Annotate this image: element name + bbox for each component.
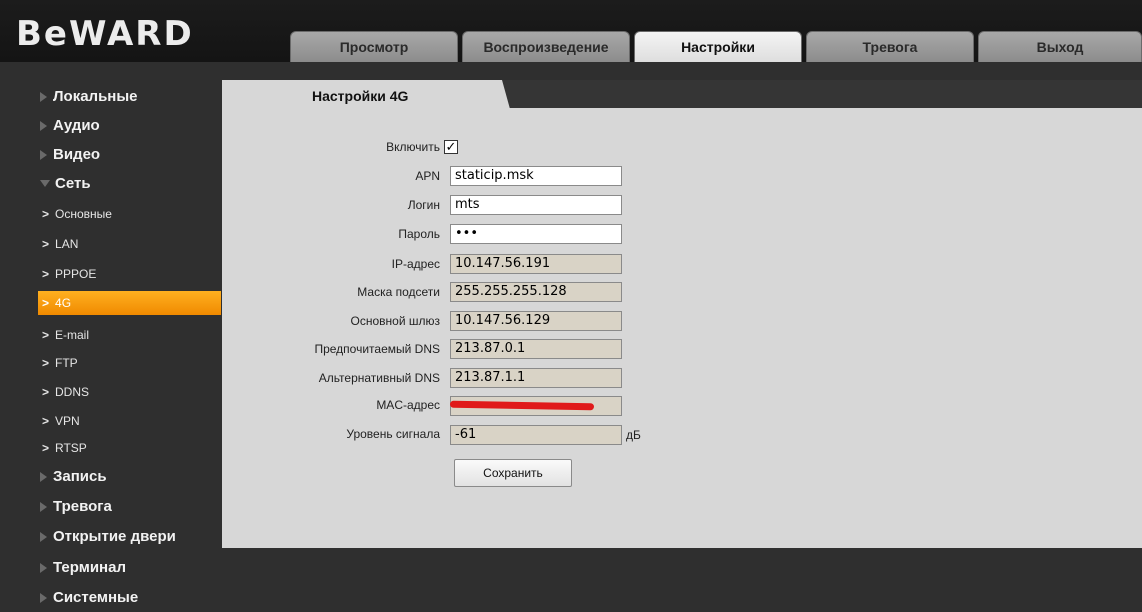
sidebar-item-4g[interactable]: > 4G (38, 291, 221, 315)
sidebar-item-audio[interactable]: Аудио (0, 111, 222, 140)
sidebar-item-label: Запись (53, 468, 107, 485)
login-input[interactable]: mts (450, 195, 622, 215)
sidebar-item-label: RTSP (55, 441, 87, 455)
apn-input[interactable]: staticip.msk (450, 166, 622, 186)
login-label: Логин (407, 198, 440, 212)
brand-logo: BeWARD (16, 14, 194, 54)
tab-view[interactable]: Просмотр (290, 31, 458, 62)
triangle-down-icon (40, 180, 50, 187)
triangle-right-icon (40, 501, 47, 512)
sidebar-item-label: Аудио (53, 117, 100, 134)
sidebar-item-vpn[interactable]: > VPN (0, 406, 222, 435)
gateway-label: Основной шлюз (350, 314, 440, 328)
sidebar-item-system[interactable]: Системные (0, 583, 222, 612)
section-title: Настройки 4G (312, 88, 409, 104)
dns1-field: 213.87.0.1 (450, 339, 622, 359)
triangle-right-icon (40, 531, 47, 542)
sidebar-item-alarm[interactable]: Тревога (0, 492, 222, 521)
triangle-right-icon (40, 471, 47, 482)
sidebar-item-label: DDNS (55, 384, 90, 399)
sidebar-item-label: VPN (55, 413, 80, 428)
sidebar-item-label: 4G (55, 296, 72, 310)
gateway-field: 10.147.56.129 (450, 311, 622, 331)
sidebar-item-label: Видео (53, 146, 101, 163)
sidebar-item-label: Открытие двери (53, 528, 176, 545)
signal-field: -61 (450, 425, 622, 445)
sidebar-item-label: Локальные (53, 88, 138, 105)
sidebar-item-rtsp[interactable]: > RTSP (0, 436, 222, 460)
bottom-strip (222, 548, 1142, 612)
mac-label: MAC-адрес (376, 398, 440, 412)
triangle-right-icon (40, 592, 47, 603)
chevron-right-icon: > (42, 206, 50, 221)
dns1-label: Предпочитаемый DNS (314, 342, 440, 356)
mask-field: 255.255.255.128 (450, 282, 622, 302)
checkmark-icon: ✓ (445, 139, 457, 154)
triangle-right-icon (40, 91, 47, 102)
enable-checkbox[interactable]: ✓ (444, 140, 458, 154)
chevron-right-icon: > (42, 266, 50, 281)
password-label: Пароль (398, 227, 440, 241)
sidebar-item-label: Терминал (53, 559, 126, 576)
triangle-right-icon (40, 562, 47, 573)
signal-label: Уровень сигнала (346, 427, 440, 441)
triangle-right-icon (40, 149, 47, 160)
sidebar-item-label: Сеть (55, 175, 91, 192)
sidebar-item-video[interactable]: Видео (0, 140, 222, 169)
sidebar-item-network[interactable]: Сеть (0, 169, 222, 198)
sidebar-item-label: Тревога (53, 498, 112, 515)
chevron-right-icon: > (42, 441, 50, 455)
sidebar-item-door-open[interactable]: Открытие двери (0, 522, 222, 551)
sidebar: Локальные Аудио Видео Сеть > Основные > … (0, 80, 222, 612)
tab-playback[interactable]: Воспроизведение (462, 31, 630, 62)
save-button[interactable]: Сохранить (454, 459, 572, 487)
tab-settings[interactable]: Настройки (634, 31, 802, 62)
ip-field: 10.147.56.191 (450, 254, 622, 274)
dns2-field: 213.87.1.1 (450, 368, 622, 388)
sidebar-item-label: E-mail (55, 327, 90, 342)
sidebar-item-email[interactable]: > E-mail (0, 320, 222, 349)
chevron-right-icon: > (42, 413, 50, 428)
sidebar-item-record[interactable]: Запись (0, 462, 222, 491)
sidebar-item-label: Основные (55, 206, 112, 221)
sidebar-item-label: LAN (55, 236, 79, 251)
enable-label: Включить (386, 140, 440, 154)
sidebar-item-basic[interactable]: > Основные (0, 199, 222, 228)
sidebar-item-label: PPPOE (55, 266, 97, 281)
sidebar-item-lan[interactable]: > LAN (0, 229, 222, 258)
chevron-right-icon: > (42, 355, 50, 370)
chevron-right-icon: > (42, 327, 50, 342)
ip-label: IP-адрес (391, 257, 440, 271)
top-header: BeWARD Просмотр Воспроизведение Настройк… (0, 0, 1142, 62)
dns2-label: Альтернативный DNS (318, 371, 440, 385)
signal-unit: дБ (626, 428, 641, 442)
sidebar-item-ftp[interactable]: > FTP (0, 348, 222, 377)
sidebar-item-label: FTP (55, 355, 78, 370)
triangle-right-icon (40, 120, 47, 131)
tab-logout[interactable]: Выход (978, 31, 1142, 62)
password-input[interactable]: ••• (450, 224, 622, 244)
sidebar-item-local[interactable]: Локальные (0, 82, 222, 111)
sidebar-item-ddns[interactable]: > DDNS (0, 377, 222, 406)
sidebar-item-pppoe[interactable]: > PPPOE (0, 259, 222, 288)
tab-alarm[interactable]: Тревога (806, 31, 974, 62)
apn-label: APN (415, 169, 440, 183)
chevron-right-icon: > (42, 236, 50, 251)
mask-label: Маска подсети (357, 285, 440, 299)
sidebar-item-label: Системные (53, 589, 139, 606)
sidebar-item-terminal[interactable]: Терминал (0, 553, 222, 582)
chevron-right-icon: > (42, 296, 50, 310)
chevron-right-icon: > (42, 384, 50, 399)
